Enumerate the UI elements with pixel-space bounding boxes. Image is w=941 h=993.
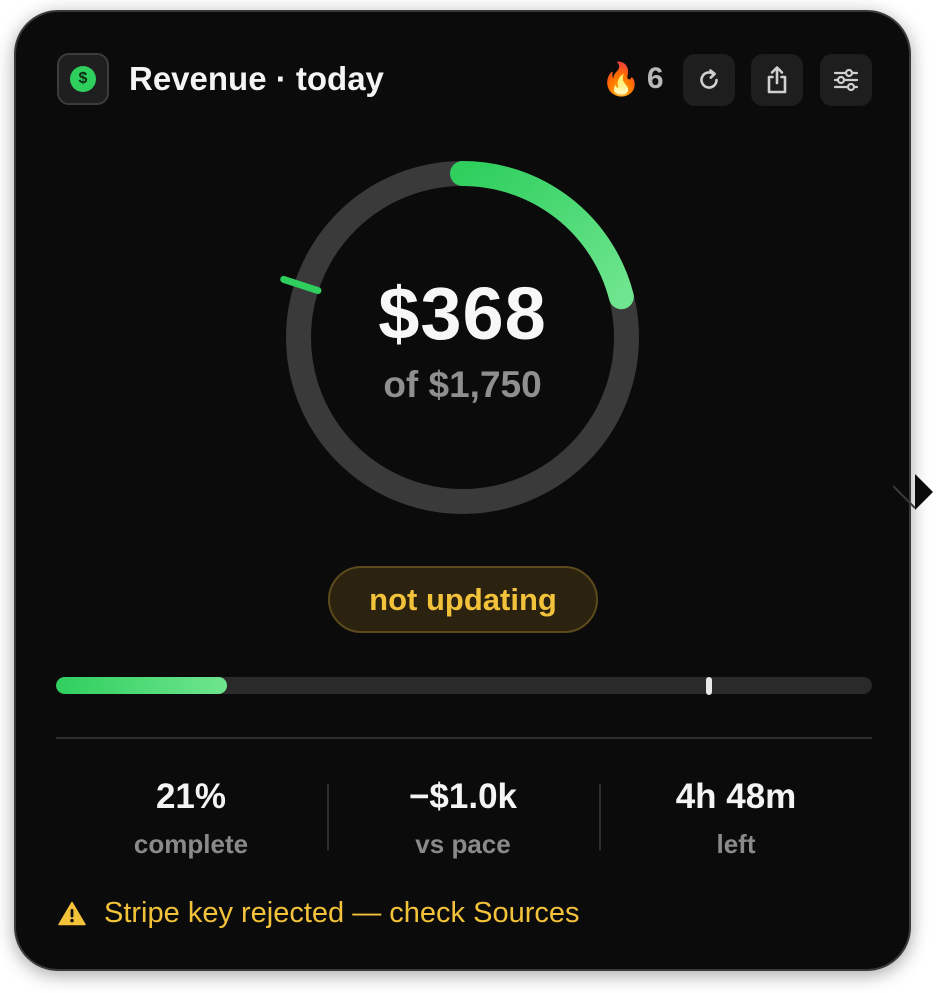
revenue-value: $368 [378, 272, 547, 355]
panel-pointer-arrow [893, 474, 933, 510]
share-button[interactable] [751, 54, 803, 106]
status-badge: not updating [328, 566, 598, 633]
stat-label: complete [133, 829, 249, 859]
streak-count: 6 [646, 62, 664, 95]
refresh-button[interactable] [683, 54, 735, 106]
stat-value: 4h 48m [675, 777, 797, 816]
stat-value: 21% [155, 777, 227, 816]
flame-icon: 🔥 [601, 61, 641, 97]
revenue-goal: of $1,750 [383, 364, 542, 405]
settings-button[interactable] [820, 54, 872, 106]
streak-counter: 🔥 6 [601, 56, 664, 102]
stat-label: vs pace [415, 829, 511, 859]
stat-value: −$1.0k [408, 777, 518, 816]
widget-title: Revenue · today [129, 60, 384, 97]
progress-track [56, 677, 872, 694]
pace-marker [705, 677, 712, 695]
warning-icon [58, 901, 86, 925]
stat-vs-pace: −$1.0k vs pace [327, 775, 599, 861]
stat-complete: 21% complete [55, 775, 327, 861]
divider [56, 737, 872, 739]
share-icon [767, 66, 787, 94]
dollar-icon: $ [70, 66, 96, 92]
sliders-icon [833, 68, 859, 92]
progress-fill [56, 677, 228, 694]
stat-label: left [716, 829, 756, 859]
warning-text: Stripe key rejected — check Sources [104, 896, 580, 929]
app-icon: $ [57, 53, 109, 105]
warning-message[interactable]: Stripe key rejected — check Sources [58, 893, 579, 933]
stat-time-left: 4h 48m left [600, 775, 872, 861]
refresh-icon [700, 69, 718, 89]
